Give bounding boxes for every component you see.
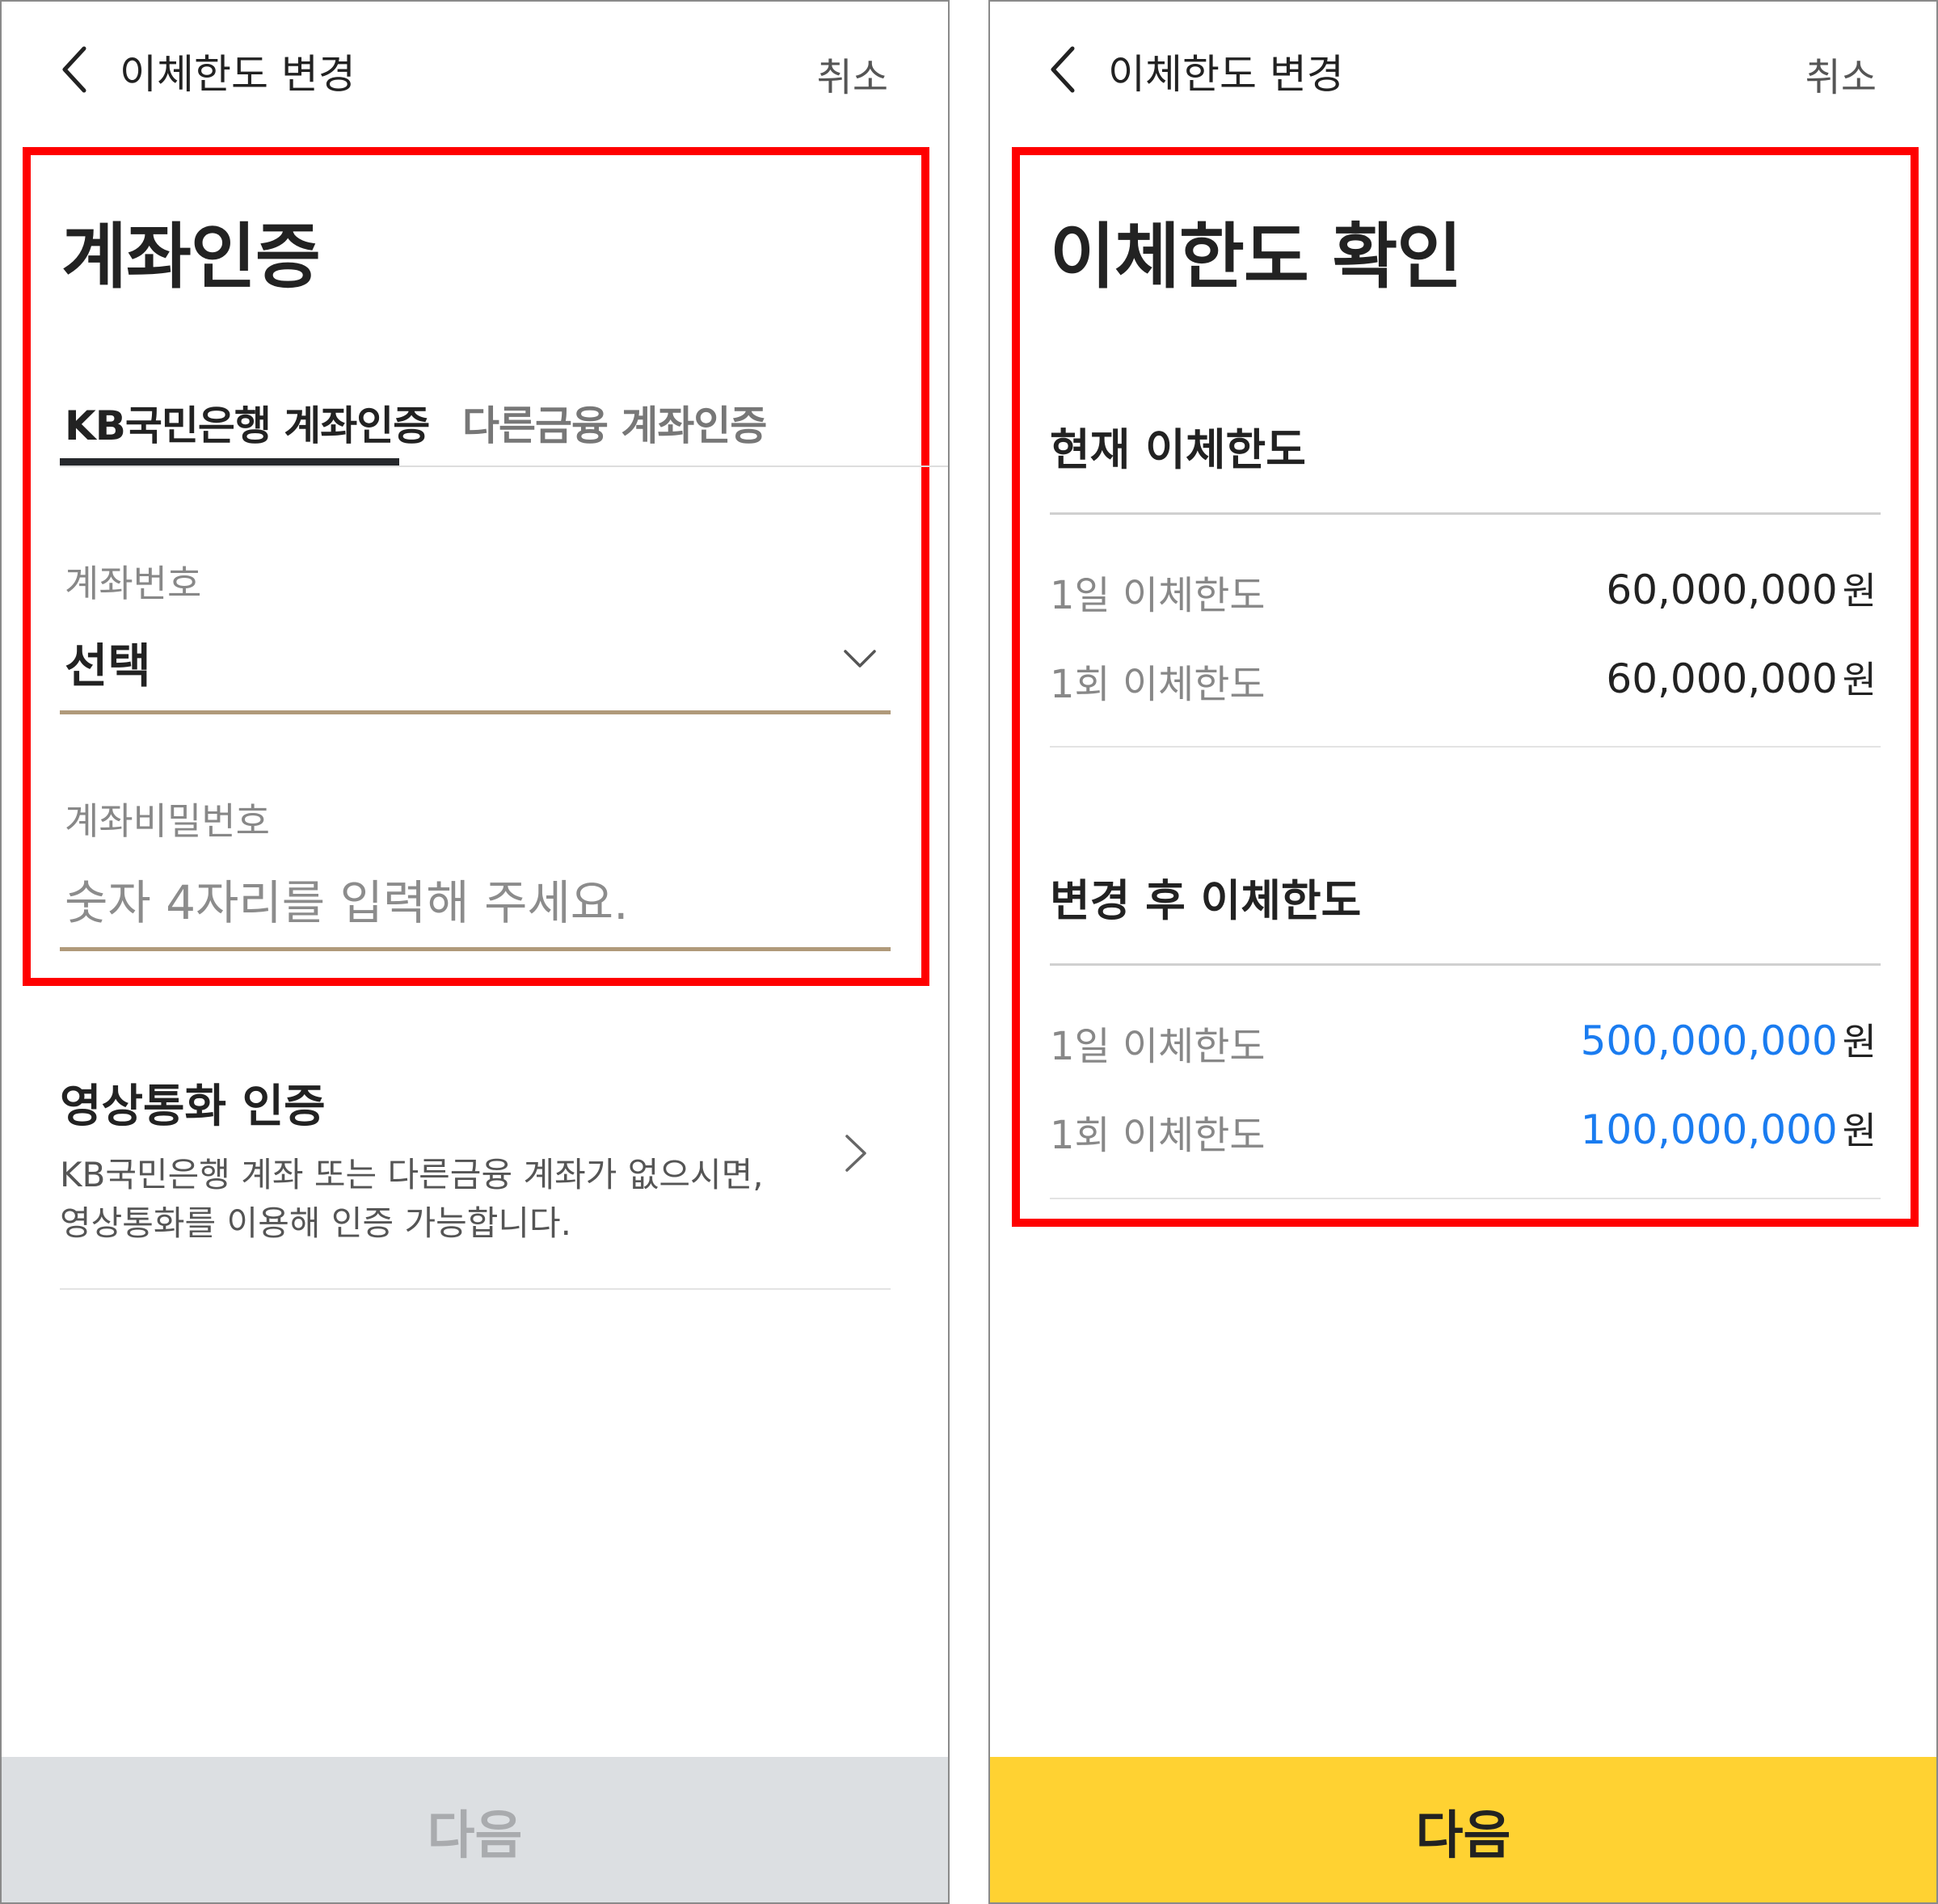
- currency-unit: 원: [1842, 1109, 1877, 1152]
- tab-other-bank-verification[interactable]: 다른금융 계좌인증: [462, 394, 767, 452]
- current-limits-bottom-divider: [1050, 746, 1881, 748]
- video-call-verification-title[interactable]: 영상통화 인증: [60, 1070, 326, 1135]
- account-password-label: 계좌비밀번호: [65, 799, 270, 843]
- header-title: 이체한도 변경: [1108, 51, 1344, 98]
- account-password-input[interactable]: 숫자 4자리를 입력해 주세요.: [65, 865, 629, 933]
- account-verification-screen: 이체한도 변경 취소 계좌인증 KB국민은행 계좌인증 다른금융 계좌인증 계좌…: [0, 0, 950, 1904]
- back-arrow-icon[interactable]: [57, 44, 95, 95]
- back-arrow-icon[interactable]: [1045, 44, 1084, 95]
- header-title: 이체한도 변경: [120, 51, 356, 98]
- current-daily-limit-label: 1일 이체한도: [1050, 573, 1266, 618]
- currency-unit: 원: [1842, 569, 1877, 613]
- changed-per-transfer-limit-amount: 100,000,000 원: [1581, 1102, 1877, 1155]
- app-header: 이체한도 변경 취소: [990, 2, 1936, 139]
- current-per-transfer-limit-label: 1회 이체한도: [1050, 662, 1266, 707]
- chevron-down-icon[interactable]: [842, 640, 878, 676]
- current-daily-limit-amount: 60,000,000 원: [1606, 562, 1877, 615]
- tab-kb-account-verification[interactable]: KB국민은행 계좌인증: [65, 394, 430, 452]
- currency-unit: 원: [1842, 658, 1877, 701]
- changed-daily-limit-label: 1일 이체한도: [1050, 1024, 1266, 1069]
- cancel-button[interactable]: 취소: [1805, 45, 1877, 102]
- amount-value: 60,000,000: [1606, 567, 1838, 613]
- limit-confirmation-screen: 이체한도 변경 취소 이체한도 확인 현재 이체한도 1일 이체한도 60,00…: [988, 0, 1938, 1904]
- changed-limits-divider: [1050, 963, 1881, 966]
- current-per-transfer-limit-amount: 60,000,000 원: [1606, 651, 1877, 704]
- account-number-select[interactable]: 선택: [65, 628, 151, 696]
- next-button-disabled[interactable]: 다음: [2, 1757, 948, 1902]
- page-title: 계좌인증: [61, 215, 321, 298]
- changed-per-transfer-limit-label: 1회 이체한도: [1050, 1113, 1266, 1158]
- tab-divider: [60, 465, 948, 467]
- app-header: 이체한도 변경 취소: [2, 2, 948, 139]
- currency-unit: 원: [1842, 1020, 1877, 1064]
- video-call-description-line1: KB국민은행 계좌 또는 다른금융 계좌가 없으시면,: [60, 1155, 764, 1194]
- changed-daily-limit-amount: 500,000,000 원: [1581, 1013, 1877, 1066]
- next-button[interactable]: 다음: [990, 1757, 1936, 1902]
- amount-value: 60,000,000: [1606, 655, 1838, 702]
- current-limits-divider: [1050, 512, 1881, 515]
- account-password-underline: [60, 947, 891, 951]
- changed-limits-title: 변경 후 이체한도: [1050, 875, 1362, 926]
- amount-value: 500,000,000: [1580, 1017, 1838, 1064]
- amount-value: 100,000,000: [1580, 1106, 1838, 1153]
- video-call-divider: [60, 1288, 891, 1290]
- chevron-right-icon[interactable]: [842, 1133, 870, 1173]
- video-call-description-line2: 영상통화를 이용해 인증 가능합니다.: [60, 1203, 572, 1243]
- cancel-button[interactable]: 취소: [817, 45, 888, 102]
- account-number-underline: [60, 710, 891, 714]
- account-number-label: 계좌번호: [65, 562, 202, 605]
- changed-limits-bottom-divider: [1050, 1198, 1881, 1199]
- page-title: 이체한도 확인: [1050, 215, 1462, 298]
- current-limits-title: 현재 이체한도: [1050, 424, 1306, 475]
